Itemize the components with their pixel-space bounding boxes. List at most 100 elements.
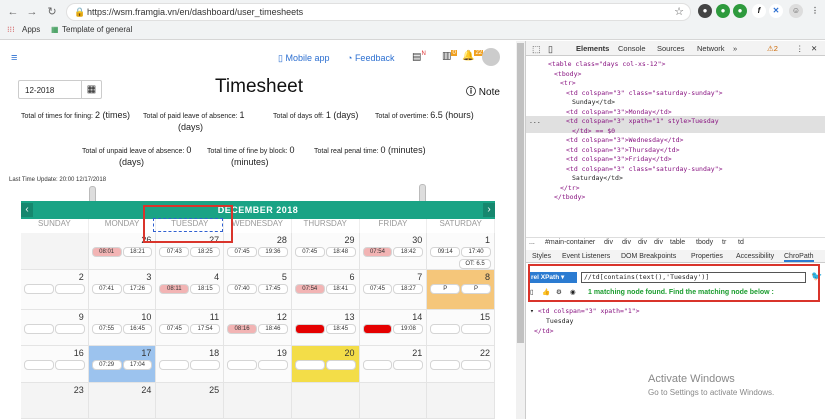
devtools-menu-icon[interactable]: ⋮ [796, 44, 804, 53]
avatar[interactable] [482, 48, 500, 66]
calendar-day-cell[interactable]: 19 [224, 346, 292, 383]
subtab[interactable]: Properties [691, 253, 723, 260]
reload-icon[interactable]: ↻ [45, 5, 59, 19]
subtab[interactable]: Accessibility [736, 253, 774, 260]
subtab[interactable]: DOM Breakpoints [621, 253, 676, 260]
address-bar[interactable]: 🔒 https://wsm.framgia.vn/en/dashboard/us… [66, 3, 691, 21]
calendar-day-cell[interactable]: 24 [88, 383, 157, 419]
calendar-day-cell[interactable]: 11 07:45 17:54 [156, 310, 225, 346]
calendar-day-cell[interactable]: 2 [21, 270, 89, 310]
breadcrumb-item[interactable]: ... [529, 239, 535, 246]
dom-node-line[interactable]: <td colspan="3" class="saturday-sunday"> [566, 165, 723, 173]
more-tabs-icon[interactable]: » [733, 44, 737, 53]
mobile-app-link[interactable]: ▯ Mobile app [278, 53, 329, 64]
ellipsis-icon[interactable]: ... [529, 117, 541, 125]
dom-node-line[interactable]: <td colspan="3" xpath="1" style>Tuesday [566, 117, 719, 125]
calendar-day-cell[interactable] [427, 383, 495, 419]
back-icon[interactable]: ← [6, 5, 20, 19]
breadcrumb-item[interactable]: div [654, 239, 663, 246]
subtab[interactable]: Event Listeners [562, 253, 610, 260]
breadcrumb-item[interactable]: td [738, 239, 744, 246]
next-month-button[interactable]: › [483, 203, 495, 217]
dom-node-line[interactable]: Saturday</td> [572, 174, 623, 182]
dom-node-line[interactable]: <td colspan="3">Friday</td> [566, 155, 672, 163]
menu-dots-icon[interactable]: ⋮ [808, 4, 822, 18]
calendar-day-cell[interactable]: 6 07:54 18:41 [291, 270, 360, 310]
calendar-day-cell[interactable]: 20 [291, 346, 360, 383]
bookmark-star-icon[interactable]: ☆ [674, 5, 684, 18]
note-button[interactable]: ⓘ Note [466, 83, 500, 98]
close-icon[interactable]: ✕ [811, 44, 817, 53]
calendar-day-cell[interactable]: 7 07:45 18:27 [359, 270, 428, 310]
calendar-day-cell[interactable]: 15 [427, 310, 495, 346]
calendar-day-cell[interactable]: 5 07:40 17:45 [224, 270, 292, 310]
calendar-day-cell[interactable]: 10 07:55 16:45 [88, 310, 157, 346]
dom-node-line[interactable]: <td colspan="3">Wednesday</td> [566, 136, 683, 144]
page-scrollbar[interactable] [516, 41, 525, 419]
calendar-day-cell[interactable]: 29 07:45 18:48 [291, 233, 360, 270]
dom-node-line[interactable]: <td colspan="3">Monday</td> [566, 108, 672, 116]
inspect-icon[interactable]: ⬚ [532, 44, 541, 55]
dom-node-line[interactable]: <td colspan="3" class="saturday-sunday"> [566, 89, 723, 97]
extension-icon[interactable]: ● [698, 4, 712, 18]
subtab[interactable]: ChroPath [784, 253, 814, 262]
breadcrumb-item[interactable]: div [638, 239, 647, 246]
tab-sources[interactable]: Sources [657, 44, 685, 53]
extension-icon[interactable]: ● [733, 4, 747, 18]
clipboard-icon[interactable]: ▥0 [442, 50, 457, 61]
bookmark-apps[interactable]: Apps [22, 25, 40, 34]
tab-network[interactable]: Network [697, 44, 725, 53]
dom-node-line[interactable]: </tr> [560, 184, 580, 192]
apps-icon[interactable]: ⁝⁝⁝ [7, 25, 15, 34]
tab-console[interactable]: Console [618, 44, 646, 53]
calendar-day-cell[interactable]: 21 [359, 346, 428, 383]
breadcrumb-item[interactable]: div [622, 239, 631, 246]
calendar-day-cell[interactable]: 14 19:08 [359, 310, 428, 346]
calendar-day-cell[interactable]: 13 18:45 [291, 310, 360, 346]
calendar-day-cell[interactable] [21, 233, 89, 270]
calendar-day-cell[interactable]: 9 [21, 310, 89, 346]
extension-icon[interactable]: ● [716, 4, 730, 18]
bookmark-template[interactable]: Template of general [62, 25, 132, 34]
profile-icon[interactable]: ☺ [789, 4, 803, 18]
month-select[interactable]: 12-2018 ▦ [18, 80, 102, 99]
dom-node-line[interactable]: Sunday</td> [572, 98, 615, 106]
bell-icon[interactable]: 🔔22 [462, 50, 484, 61]
calendar-day-cell[interactable] [224, 383, 292, 419]
calendar-day-cell[interactable]: 3 07:41 17:26 [88, 270, 157, 310]
calendar-day-cell[interactable]: 22 [427, 346, 495, 383]
extension-icon[interactable]: f [752, 4, 766, 18]
device-icon[interactable]: ▯ [548, 44, 553, 55]
scrollbar-thumb[interactable] [517, 43, 524, 343]
dom-node-line[interactable]: <tbody> [554, 70, 581, 78]
calendar-day-cell[interactable]: 16 [21, 346, 89, 383]
subtab[interactable]: Styles [532, 253, 551, 260]
calendar-day-cell[interactable]: 23 [21, 383, 89, 419]
dom-node-line[interactable]: <td colspan="3">Thursday</td> [566, 146, 680, 154]
tab-elements[interactable]: Elements [576, 44, 609, 53]
calendar-day-cell[interactable]: 17 07:29 17:04 [88, 346, 157, 383]
calendar-day-cell[interactable]: 18 [156, 346, 225, 383]
dom-node-line[interactable]: </tbody> [554, 193, 585, 201]
calendar-day-cell[interactable] [359, 383, 428, 419]
calendar-day-cell[interactable]: 28 07:45 19:36 [224, 233, 292, 270]
breadcrumb-item[interactable]: #main-container [545, 239, 595, 246]
breadcrumb-item[interactable]: table [670, 239, 685, 246]
matched-node[interactable]: ▾ <td colspan="3" xpath="1"> Tuesday </t… [530, 307, 815, 335]
calendar-day-cell[interactable] [291, 383, 360, 419]
calendar-day-cell[interactable]: 4 08:11 18:15 [156, 270, 225, 310]
news-icon[interactable]: ▤N [412, 51, 426, 62]
calendar-grid-icon[interactable]: ▦ [81, 81, 101, 98]
breadcrumb-item[interactable]: tr [722, 239, 726, 246]
forward-icon[interactable]: → [25, 5, 39, 19]
feedback-link[interactable]: ◔ Feedback [347, 53, 394, 63]
warning-icon[interactable]: ⚠2 [767, 44, 778, 53]
calendar-day-cell[interactable]: 25 [156, 383, 225, 419]
dom-node-line[interactable]: </td> == $0 [572, 127, 615, 135]
dom-node-line[interactable]: <table class="days col-xs-12"> [548, 60, 665, 68]
calendar-day-cell[interactable]: 30 07:54 18:42 [359, 233, 428, 270]
calendar-day-cell[interactable]: 12 08:16 18:46 [224, 310, 292, 346]
calendar-day-cell[interactable]: 1 09:14 17:40 OT: 6.5 [427, 233, 495, 270]
calendar-day-cell[interactable]: 8 PP [427, 270, 495, 310]
extension-icon[interactable]: ✕ [769, 4, 783, 18]
